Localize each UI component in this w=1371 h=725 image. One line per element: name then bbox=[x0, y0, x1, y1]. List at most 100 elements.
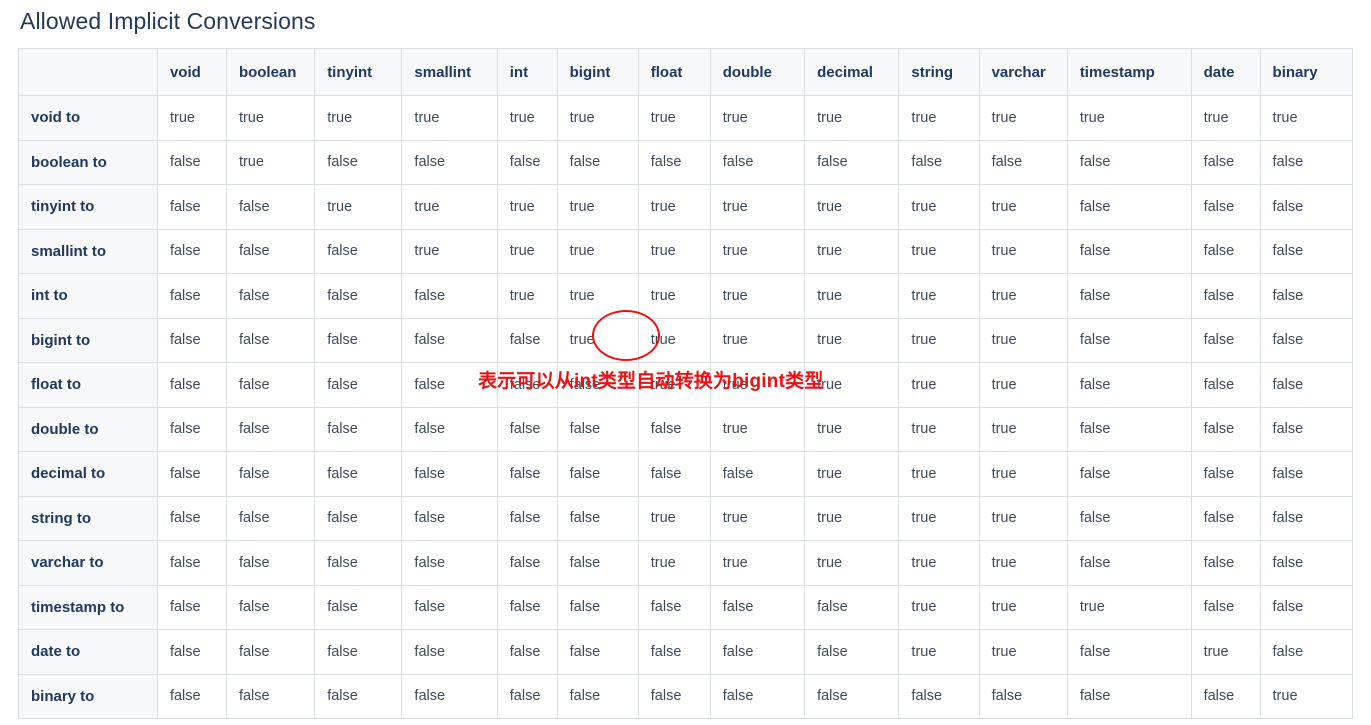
cell-date-to-string: true bbox=[898, 629, 980, 675]
cell-boolean-to-void: false bbox=[156, 139, 227, 185]
cell-float-to-int: false bbox=[496, 362, 558, 408]
cell-binary-to-bigint: false bbox=[556, 673, 639, 719]
cell-decimal-to-timestamp: false bbox=[1066, 451, 1192, 497]
cell-timestamp-to-tinyint: false bbox=[314, 584, 403, 630]
column-header-tinyint: tinyint bbox=[314, 48, 403, 96]
cell-tinyint-to-boolean: false bbox=[225, 184, 316, 230]
cell-timestamp-to-boolean: false bbox=[225, 584, 316, 630]
cell-binary-to-tinyint: false bbox=[314, 673, 403, 719]
column-header-float: float bbox=[637, 48, 711, 96]
cell-date-to-binary: false bbox=[1259, 629, 1354, 675]
cell-double-to-binary: false bbox=[1259, 406, 1354, 452]
row-header-tinyint-to: tinyint to bbox=[18, 184, 158, 230]
cell-boolean-to-double: false bbox=[709, 139, 806, 185]
cell-binary-to-boolean: false bbox=[225, 673, 316, 719]
cell-timestamp-to-smallint: false bbox=[401, 584, 498, 630]
cell-float-to-string: true bbox=[898, 362, 980, 408]
cell-decimal-to-decimal: true bbox=[804, 451, 900, 497]
cell-int-to-float: true bbox=[637, 273, 711, 319]
cell-void-to-decimal: true bbox=[804, 95, 900, 141]
row-header-int-to: int to bbox=[18, 273, 158, 319]
cell-boolean-to-smallint: false bbox=[401, 139, 498, 185]
cell-binary-to-smallint: false bbox=[401, 673, 498, 719]
cell-binary-to-double: false bbox=[709, 673, 806, 719]
cell-float-to-boolean: false bbox=[225, 362, 316, 408]
cell-date-to-smallint: false bbox=[401, 629, 498, 675]
cell-double-to-varchar: true bbox=[978, 406, 1068, 452]
cell-tinyint-to-date: false bbox=[1190, 184, 1261, 230]
cell-bigint-to-string: true bbox=[898, 317, 980, 363]
cell-string-to-float: true bbox=[637, 495, 711, 541]
cell-string-to-date: false bbox=[1190, 495, 1261, 541]
column-header-decimal: decimal bbox=[804, 48, 900, 96]
cell-string-to-varchar: true bbox=[978, 495, 1068, 541]
cell-double-to-timestamp: false bbox=[1066, 406, 1192, 452]
cell-double-to-int: false bbox=[496, 406, 558, 452]
cell-bigint-to-bigint: true bbox=[556, 317, 639, 363]
cell-bigint-to-double: true bbox=[709, 317, 806, 363]
cell-int-to-varchar: true bbox=[978, 273, 1068, 319]
page-title: Allowed Implicit Conversions bbox=[20, 8, 316, 34]
cell-double-to-smallint: false bbox=[401, 406, 498, 452]
cell-string-to-boolean: false bbox=[225, 495, 316, 541]
cell-timestamp-to-binary: false bbox=[1259, 584, 1354, 630]
cell-varchar-to-float: true bbox=[637, 540, 711, 586]
cell-int-to-int: true bbox=[496, 273, 558, 319]
cell-float-to-varchar: true bbox=[978, 362, 1068, 408]
cell-void-to-string: true bbox=[898, 95, 980, 141]
cell-boolean-to-binary: false bbox=[1259, 139, 1354, 185]
cell-smallint-to-date: false bbox=[1190, 228, 1261, 274]
cell-decimal-to-smallint: false bbox=[401, 451, 498, 497]
cell-string-to-smallint: false bbox=[401, 495, 498, 541]
cell-void-to-smallint: true bbox=[401, 95, 498, 141]
cell-smallint-to-boolean: false bbox=[225, 228, 316, 274]
cell-float-to-double: true bbox=[709, 362, 806, 408]
cell-varchar-to-double: true bbox=[709, 540, 806, 586]
row-header-date-to: date to bbox=[18, 629, 158, 675]
cell-void-to-bigint: true bbox=[556, 95, 639, 141]
cell-smallint-to-double: true bbox=[709, 228, 806, 274]
cell-void-to-tinyint: true bbox=[314, 95, 403, 141]
table-row: float to false false false false false false tr… bbox=[18, 362, 1354, 408]
cell-int-to-date: false bbox=[1190, 273, 1261, 319]
cell-timestamp-to-int: false bbox=[496, 584, 558, 630]
cell-string-to-int: false bbox=[496, 495, 558, 541]
cell-varchar-to-binary: false bbox=[1259, 540, 1354, 586]
cell-smallint-to-smallint: true bbox=[401, 228, 498, 274]
row-header-string-to: string to bbox=[18, 495, 158, 541]
row-header-float-to: float to bbox=[18, 362, 158, 408]
table-row: tinyint to false false true true true true true… bbox=[18, 184, 1354, 230]
cell-decimal-to-void: false bbox=[156, 451, 227, 497]
cell-string-to-decimal: true bbox=[804, 495, 900, 541]
cell-boolean-to-decimal: false bbox=[804, 139, 900, 185]
cell-smallint-to-varchar: true bbox=[978, 228, 1068, 274]
cell-void-to-boolean: true bbox=[225, 95, 316, 141]
cell-float-to-date: false bbox=[1190, 362, 1261, 408]
cell-varchar-to-varchar: true bbox=[978, 540, 1068, 586]
row-header-double-to: double to bbox=[18, 406, 158, 452]
cell-tinyint-to-timestamp: false bbox=[1066, 184, 1192, 230]
cell-int-to-bigint: true bbox=[556, 273, 639, 319]
cell-bigint-to-int: false bbox=[496, 317, 558, 363]
cell-smallint-to-bigint: true bbox=[556, 228, 639, 274]
cell-bigint-to-float: true bbox=[637, 317, 711, 363]
cell-boolean-to-varchar: false bbox=[978, 139, 1068, 185]
cell-boolean-to-timestamp: false bbox=[1066, 139, 1192, 185]
cell-boolean-to-bigint: false bbox=[556, 139, 639, 185]
cell-date-to-bigint: false bbox=[556, 629, 639, 675]
column-header-date: date bbox=[1190, 48, 1261, 96]
row-header-varchar-to: varchar to bbox=[18, 540, 158, 586]
cell-int-to-tinyint: false bbox=[314, 273, 403, 319]
cell-varchar-to-void: false bbox=[156, 540, 227, 586]
cell-binary-to-date: false bbox=[1190, 673, 1261, 719]
column-header-int: int bbox=[496, 48, 558, 96]
cell-tinyint-to-decimal: true bbox=[804, 184, 900, 230]
cell-smallint-to-int: true bbox=[496, 228, 558, 274]
cell-double-to-boolean: false bbox=[225, 406, 316, 452]
cell-date-to-varchar: true bbox=[978, 629, 1068, 675]
cell-varchar-to-int: false bbox=[496, 540, 558, 586]
cell-tinyint-to-binary: false bbox=[1259, 184, 1354, 230]
cell-tinyint-to-smallint: true bbox=[401, 184, 498, 230]
cell-boolean-to-tinyint: false bbox=[314, 139, 403, 185]
table-header: void boolean tinyint smallint int bigint float… bbox=[18, 48, 1354, 96]
